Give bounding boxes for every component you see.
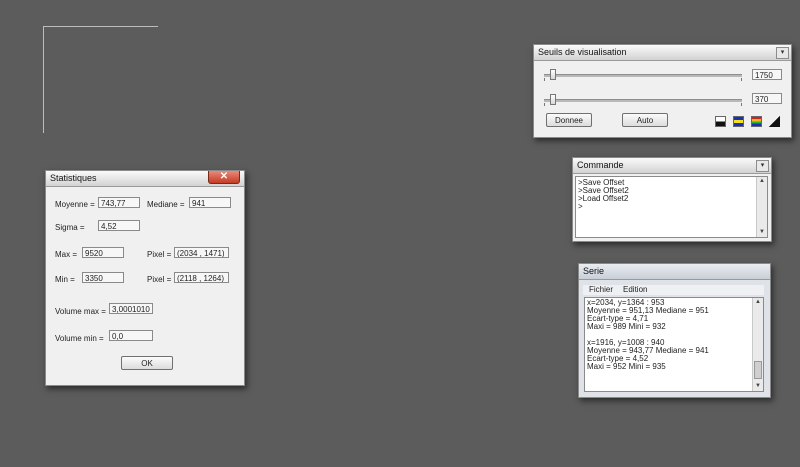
min-field[interactable]: 3350 <box>82 272 124 283</box>
serie-output[interactable]: x=2034, y=1364 : 953 Moyenne = 951,13 Me… <box>584 297 764 392</box>
min-label: Min = <box>55 275 75 284</box>
volume-min-label: Volume min = <box>55 334 104 343</box>
scroll-up-icon[interactable]: ▲ <box>753 298 763 307</box>
scroll-down-icon[interactable]: ▼ <box>757 228 767 237</box>
volume-min-field[interactable]: 0,0 <box>109 330 153 341</box>
menu-fichier[interactable]: Fichier <box>589 285 613 295</box>
commande-title: Commande <box>577 160 624 170</box>
slider-high-tick-right <box>741 78 742 81</box>
volume-max-label: Volume max = <box>55 307 106 316</box>
palette-rainbow-icon[interactable] <box>751 116 762 127</box>
sigma-label: Sigma = <box>55 223 85 232</box>
slider-low-tick-left <box>544 103 545 106</box>
commande-titlebar[interactable]: Commande ▾ <box>573 158 771 174</box>
seuils-titlebar[interactable]: Seuils de visualisation ▾ <box>534 45 791 61</box>
volume-max-field[interactable]: 3,0001010 <box>109 303 153 314</box>
stats-title: Statistiques <box>50 173 97 183</box>
ok-button[interactable]: OK <box>121 356 173 370</box>
close-icon[interactable]: ✕ <box>208 171 240 184</box>
collapse-icon[interactable]: ▾ <box>756 160 769 172</box>
seuils-window: Seuils de visualisation ▾ 1750 370 Donne… <box>533 44 792 138</box>
moyenne-field[interactable]: 743,77 <box>98 197 140 208</box>
serie-line: Maxi = 989 Mini = 932 <box>587 322 666 331</box>
serie-line: Maxi = 952 Mini = 935 <box>587 362 666 371</box>
serie-title: Serie <box>583 266 605 276</box>
selection-rectangle[interactable] <box>43 26 158 133</box>
slider-low-field[interactable]: 370 <box>752 93 782 104</box>
pixel-max-field[interactable]: (2034 , 1471) <box>174 247 229 258</box>
slider-high-field[interactable]: 1750 <box>752 69 782 80</box>
commande-scrollbar[interactable]: ▲ ▼ <box>756 177 767 237</box>
slider-low-track[interactable] <box>544 99 742 102</box>
mediane-label: Mediane = <box>147 200 185 209</box>
auto-button[interactable]: Auto <box>622 113 668 127</box>
donnee-button[interactable]: Donnee <box>546 113 592 127</box>
slider-high-tick-left <box>544 78 545 81</box>
seuils-title: Seuils de visualisation <box>538 47 627 57</box>
console-line: >Load Offset2 <box>578 194 629 203</box>
slider-high-thumb[interactable] <box>549 69 556 80</box>
stats-titlebar[interactable]: Statistiques ✕ <box>46 171 244 187</box>
menu-edition[interactable]: Edition <box>623 285 647 295</box>
slider-high-track[interactable] <box>544 74 742 77</box>
max-label: Max = <box>55 250 78 259</box>
commande-window: Commande ▾ >Save Offset >Save Offset2 >L… <box>572 157 772 242</box>
scroll-down-icon[interactable]: ▼ <box>753 382 763 391</box>
scroll-up-icon[interactable]: ▲ <box>757 177 767 186</box>
max-field[interactable]: 9520 <box>82 247 124 258</box>
palette-blue-yellow-icon[interactable] <box>733 116 744 127</box>
serie-window: Serie Fichier Edition x=2034, y=1364 : 9… <box>578 263 771 398</box>
sigma-field[interactable]: 4,52 <box>98 220 140 231</box>
palette-black-icon[interactable] <box>715 116 726 127</box>
stats-window: Statistiques ✕ Moyenne = 743,77 Mediane … <box>45 170 245 386</box>
moyenne-label: Moyenne = <box>55 200 95 209</box>
slider-low-thumb[interactable] <box>549 94 556 105</box>
serie-titlebar[interactable]: Serie <box>579 264 770 280</box>
slider-low-tick-right <box>741 103 742 106</box>
serie-menubar: Fichier Edition <box>583 285 764 295</box>
commande-console[interactable]: >Save Offset >Save Offset2 >Load Offset2… <box>575 176 768 238</box>
scroll-thumb[interactable] <box>754 361 762 379</box>
pixel-min-label: Pixel = <box>147 275 172 284</box>
pixel-min-field[interactable]: (2118 , 1264) <box>174 272 229 283</box>
pixel-max-label: Pixel = <box>147 250 172 259</box>
serie-scrollbar[interactable]: ▲ ▼ <box>752 298 763 391</box>
mediane-field[interactable]: 941 <box>189 197 231 208</box>
console-prompt: > <box>578 202 583 211</box>
collapse-icon[interactable]: ▾ <box>776 47 789 59</box>
palette-gradient-icon[interactable] <box>769 116 780 127</box>
